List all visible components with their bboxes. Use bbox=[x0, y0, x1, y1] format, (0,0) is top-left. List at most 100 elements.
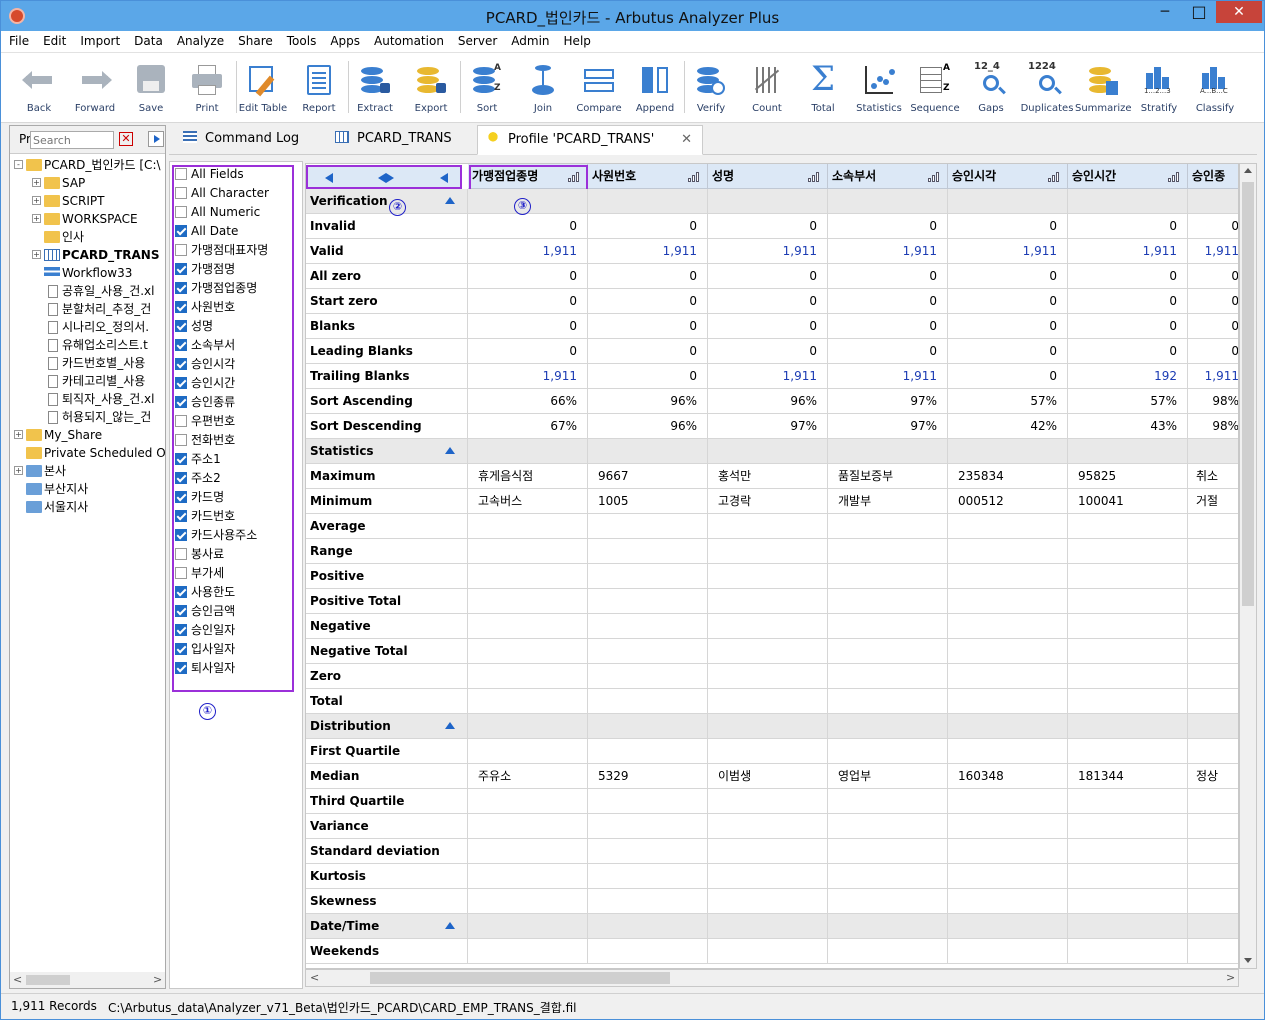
toolbar-append-button[interactable]: Append bbox=[627, 57, 683, 119]
field-option[interactable]: 사원번호 bbox=[175, 298, 235, 317]
field-option[interactable]: 소속부서 bbox=[175, 336, 235, 355]
tree-item[interactable]: + WORKSPACE bbox=[14, 210, 165, 228]
vertical-scroll-thumb[interactable] bbox=[1242, 182, 1254, 606]
toolbar-gaps-button[interactable]: 12_4 Gaps bbox=[963, 57, 1019, 119]
field-option[interactable]: 성명 bbox=[175, 317, 213, 336]
checkbox-checked[interactable] bbox=[175, 453, 187, 465]
tree-item[interactable]: 공휴일_사용_건.xl bbox=[14, 282, 165, 300]
toolbar-classify-button[interactable]: A...B...C Classify bbox=[1187, 57, 1243, 119]
checkbox-checked[interactable] bbox=[175, 225, 187, 237]
toolbar-stratify-button[interactable]: 1...2...3 Stratify bbox=[1131, 57, 1187, 119]
field-option[interactable]: 카드번호 bbox=[175, 507, 235, 526]
nav-collapse-left-icon[interactable] bbox=[378, 173, 386, 183]
field-option[interactable]: 퇴사일자 bbox=[175, 659, 235, 678]
menu-help[interactable]: Help bbox=[556, 31, 597, 48]
tree-item[interactable]: + 본사 bbox=[14, 462, 165, 480]
toolbar-extract-button[interactable]: Extract bbox=[347, 57, 403, 119]
nav-collapse-right-icon[interactable] bbox=[386, 173, 394, 183]
checkbox-checked[interactable] bbox=[175, 320, 187, 332]
menu-server[interactable]: Server bbox=[450, 31, 503, 48]
nav-prev-icon[interactable] bbox=[440, 173, 448, 183]
menu-edit[interactable]: Edit bbox=[35, 31, 72, 48]
tab-profile-pcard-trans[interactable]: Profile 'PCARD_TRANS' ✕ bbox=[477, 125, 703, 155]
collapse-icon[interactable]: - bbox=[14, 160, 23, 169]
scroll-down-icon[interactable] bbox=[1244, 958, 1252, 963]
tree-item[interactable]: Workflow33 bbox=[14, 264, 165, 282]
scroll-up-icon[interactable] bbox=[1244, 168, 1252, 173]
scroll-right-icon[interactable]: > bbox=[153, 973, 162, 986]
column-header[interactable]: 승인시간 bbox=[1068, 164, 1188, 189]
toolbar-duplicates-button[interactable]: 1224 Duplicates bbox=[1019, 57, 1075, 119]
maximize-button[interactable]: □ bbox=[1183, 1, 1215, 23]
checkbox-unchecked[interactable] bbox=[175, 567, 187, 579]
menu-automation[interactable]: Automation bbox=[366, 31, 450, 48]
bar-chart-icon[interactable] bbox=[928, 171, 941, 182]
tree-item[interactable]: 카테고리별_사용 bbox=[14, 372, 165, 390]
field-option[interactable]: 가맹점업종명 bbox=[175, 279, 257, 298]
toolbar-sort-button[interactable]: A Z Sort bbox=[459, 57, 515, 119]
checkbox-checked[interactable] bbox=[175, 377, 187, 389]
checkbox-unchecked[interactable] bbox=[175, 244, 187, 256]
grid-vertical-scrollbar[interactable] bbox=[1239, 163, 1257, 969]
checkbox-checked[interactable] bbox=[175, 301, 187, 313]
toolbar-count-button[interactable]: Count bbox=[739, 57, 795, 119]
toolbar-join-button[interactable]: Join bbox=[515, 57, 571, 119]
field-option[interactable]: 승인시각 bbox=[175, 355, 235, 374]
checkbox-unchecked[interactable] bbox=[175, 206, 187, 218]
menu-import[interactable]: Import bbox=[72, 31, 126, 48]
section-header[interactable]: Distribution bbox=[306, 714, 1238, 739]
tree-item[interactable]: 시나리오_정의서. bbox=[14, 318, 165, 336]
expand-icon[interactable]: + bbox=[14, 466, 23, 475]
tree-item[interactable]: 서울지사 bbox=[14, 498, 165, 516]
expand-icon[interactable]: + bbox=[32, 250, 41, 259]
column-header[interactable]: 승인종 bbox=[1188, 164, 1238, 189]
checkbox-unchecked[interactable] bbox=[175, 548, 187, 560]
toolbar-report-button[interactable]: Report bbox=[291, 57, 347, 119]
tab-pcard-trans[interactable]: PCARD_TRANS bbox=[327, 125, 471, 155]
column-header[interactable]: 승인시각 bbox=[948, 164, 1068, 189]
toolbar-forward-button[interactable]: Forward bbox=[67, 57, 123, 119]
close-tab-icon[interactable]: ✕ bbox=[681, 126, 692, 154]
toolbar-export-button[interactable]: Export bbox=[403, 57, 459, 119]
minimize-button[interactable]: ─ bbox=[1149, 1, 1181, 23]
tree-item[interactable]: - PCARD_법인카드 [C:\ bbox=[14, 156, 165, 174]
checkbox-unchecked[interactable] bbox=[175, 434, 187, 446]
clear-search-icon[interactable]: ✕ bbox=[119, 132, 133, 146]
tree-item[interactable]: 부산지사 bbox=[14, 480, 165, 498]
field-option[interactable]: 부가세 bbox=[175, 564, 224, 583]
navigator-horizontal-scrollbar[interactable]: < > bbox=[10, 972, 165, 988]
menu-tools[interactable]: Tools bbox=[279, 31, 323, 48]
toolbar-sequence-button[interactable]: A Z Sequence bbox=[907, 57, 963, 119]
checkbox-checked[interactable] bbox=[175, 491, 187, 503]
checkbox-checked[interactable] bbox=[175, 358, 187, 370]
column-header[interactable]: 사원번호 bbox=[588, 164, 708, 189]
field-option[interactable]: All Numeric bbox=[175, 203, 260, 222]
tree-item[interactable]: 카드번호별_사용 bbox=[14, 354, 165, 372]
checkbox-checked[interactable] bbox=[175, 472, 187, 484]
scroll-left-icon[interactable]: < bbox=[13, 973, 22, 986]
tree-item[interactable]: + SAP bbox=[14, 174, 165, 192]
bar-chart-icon[interactable] bbox=[1168, 171, 1181, 182]
toolbar-verify-button[interactable]: Verify bbox=[683, 57, 739, 119]
expand-icon[interactable]: + bbox=[14, 430, 23, 439]
menu-apps[interactable]: Apps bbox=[322, 31, 366, 48]
toolbar-edit-table-button[interactable]: Edit Table bbox=[235, 57, 291, 119]
section-header[interactable]: Date/Time bbox=[306, 914, 1238, 939]
tree-item[interactable]: 인사 bbox=[14, 228, 165, 246]
checkbox-checked[interactable] bbox=[175, 624, 187, 636]
collapse-section-icon[interactable] bbox=[445, 922, 455, 929]
bar-chart-icon[interactable] bbox=[808, 171, 821, 182]
checkbox-checked[interactable] bbox=[175, 339, 187, 351]
toolbar-save-button[interactable]: Save bbox=[123, 57, 179, 119]
section-header[interactable]: Verification bbox=[306, 189, 1238, 214]
checkbox-unchecked[interactable] bbox=[175, 415, 187, 427]
scroll-thumb[interactable] bbox=[26, 975, 70, 985]
toolbar-statistics-button[interactable]: Statistics bbox=[851, 57, 907, 119]
tree-item[interactable]: 유해업소리스트.t bbox=[14, 336, 165, 354]
checkbox-checked[interactable] bbox=[175, 586, 187, 598]
field-option[interactable]: All Fields bbox=[175, 165, 244, 184]
tree-item[interactable]: + SCRIPT bbox=[14, 192, 165, 210]
scroll-right-icon[interactable]: > bbox=[1226, 971, 1235, 984]
grid-horizontal-scrollbar[interactable]: < > bbox=[305, 969, 1239, 987]
horizontal-scroll-thumb[interactable] bbox=[370, 972, 670, 984]
